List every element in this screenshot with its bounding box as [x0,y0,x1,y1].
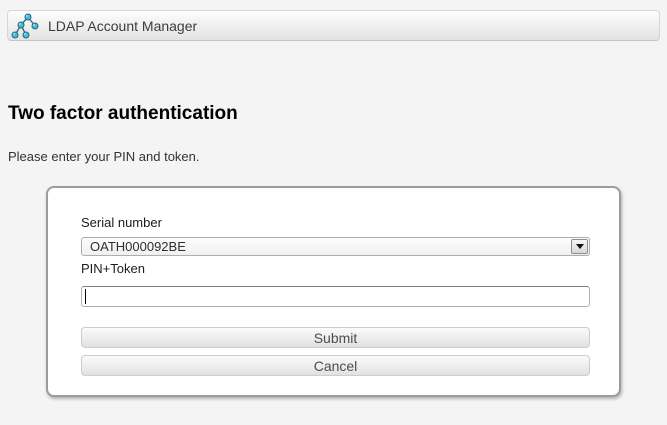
chevron-down-icon [576,244,584,249]
app-title: LDAP Account Manager [48,18,197,34]
serial-number-label: Serial number [81,215,590,230]
pin-token-field-wrapper [81,286,590,307]
button-stack: Submit Cancel [81,327,590,376]
submit-button[interactable]: Submit [81,327,590,348]
serial-number-select[interactable]: OATH000092BE [81,237,590,256]
instruction-text: Please enter your PIN and token. [0,149,667,164]
auth-form-card: Serial number OATH000092BE PIN+Token Sub… [46,186,621,397]
dropdown-arrow-button[interactable] [571,239,588,254]
serial-number-value: OATH000092BE [82,239,571,254]
pin-token-label: PIN+Token [81,261,590,276]
page-title: Two factor authentication [0,103,667,125]
ldap-tree-logo-icon [11,12,39,40]
pin-token-input[interactable] [81,286,590,307]
app-header: LDAP Account Manager [7,10,660,41]
cancel-button[interactable]: Cancel [81,355,590,376]
